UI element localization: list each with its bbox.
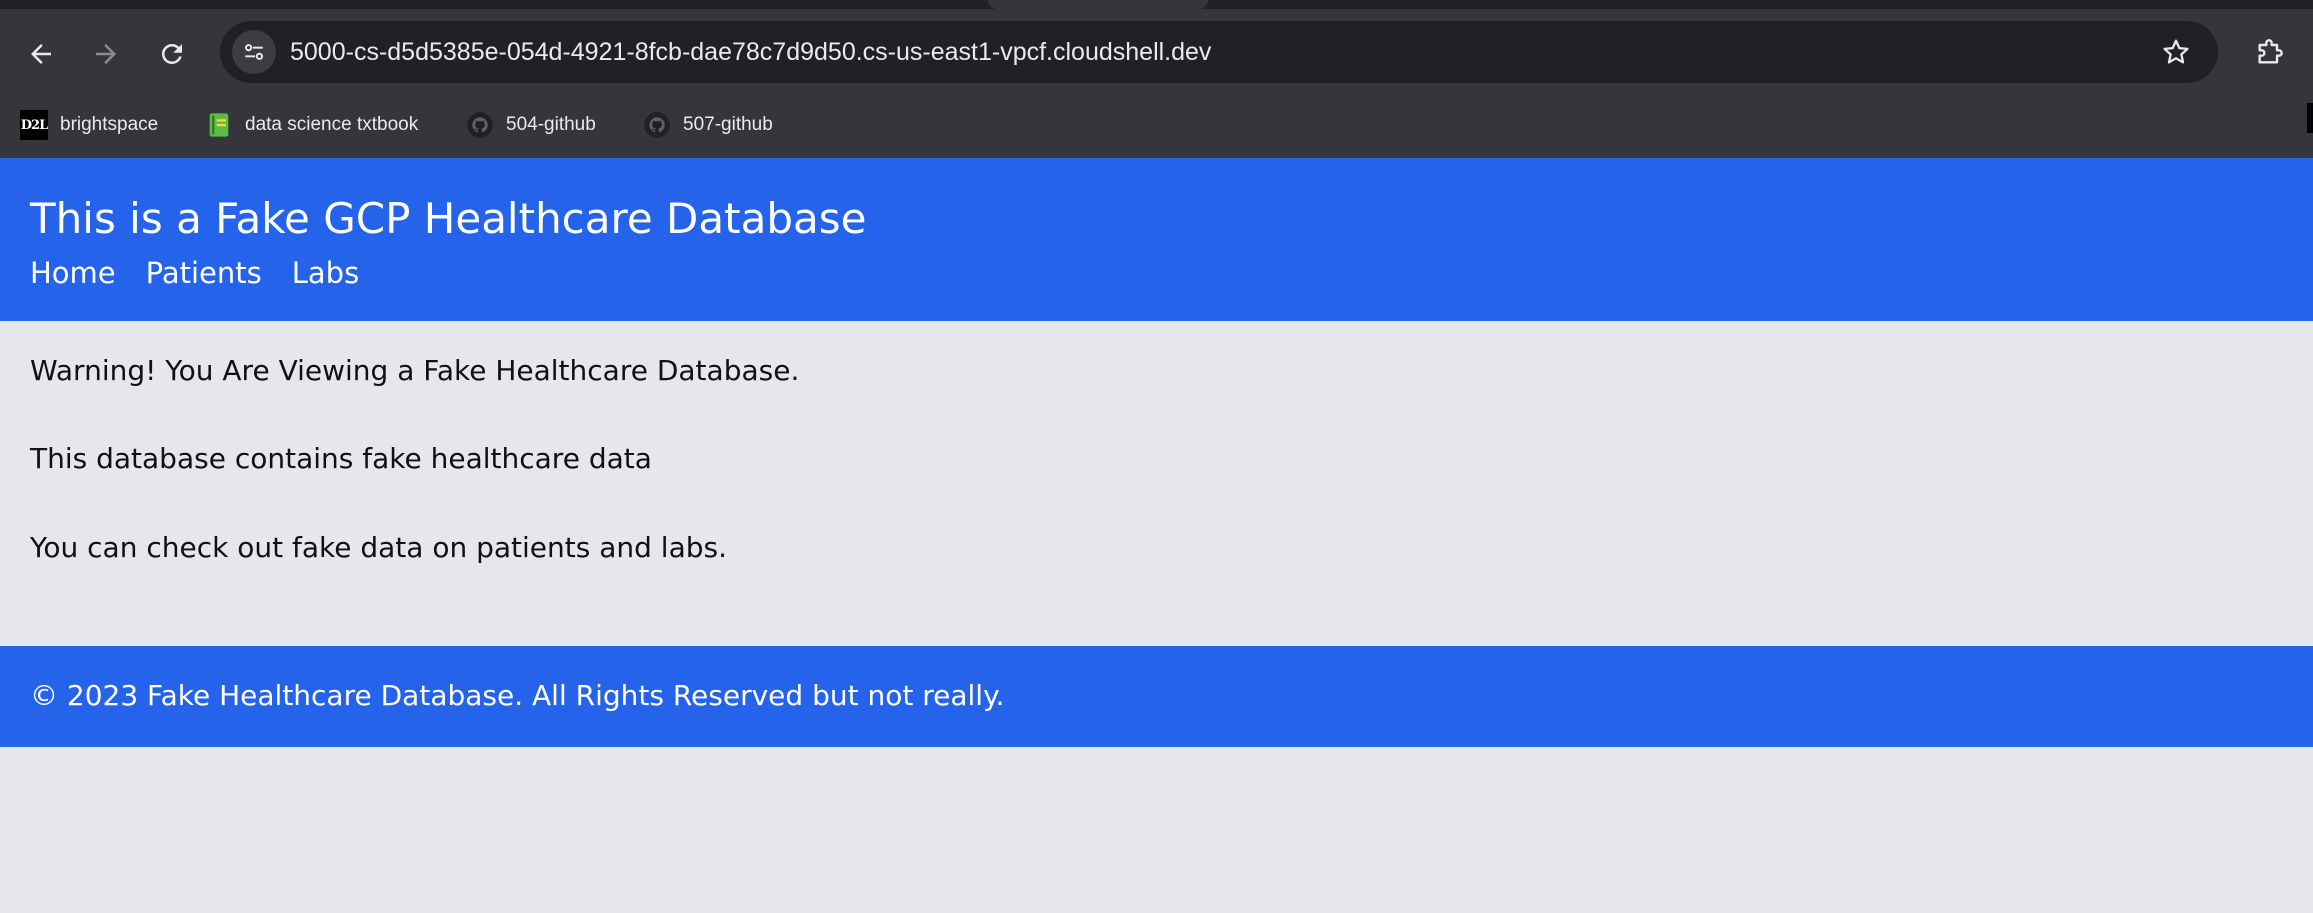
bookmark-504-github[interactable]: 504-github xyxy=(466,107,596,143)
reload-button[interactable] xyxy=(152,34,192,74)
browser-toolbar: 5000-cs-d5d5385e-054d-4921-8fcb-dae78c7d… xyxy=(0,9,2313,95)
bookmark-507-github[interactable]: 507-github xyxy=(643,107,773,143)
site-header: This is a Fake GCP Healthcare Database H… xyxy=(0,158,2313,321)
active-tab-edge[interactable] xyxy=(988,0,1208,9)
github-icon xyxy=(466,111,494,139)
url-text[interactable]: 5000-cs-d5d5385e-054d-4921-8fcb-dae78c7d… xyxy=(290,21,1211,83)
nav-link-patients[interactable]: Patients xyxy=(146,256,262,290)
forward-button[interactable] xyxy=(86,34,126,74)
bookmark-label: 507-github xyxy=(683,114,773,135)
bookmark-label: 504-github xyxy=(506,114,596,135)
back-button[interactable] xyxy=(21,34,61,74)
github-icon xyxy=(643,111,671,139)
star-icon[interactable] xyxy=(2160,36,2192,68)
bookmark-brightspace[interactable]: D2L brightspace xyxy=(20,107,158,143)
warning-text: Warning! You Are Viewing a Fake Healthca… xyxy=(30,354,800,387)
arrow-left-icon xyxy=(31,44,51,64)
nav-link-home[interactable]: Home xyxy=(30,256,116,290)
bookmark-label: brightspace xyxy=(60,114,159,135)
site-nav: Home Patients Labs xyxy=(30,256,359,290)
site-info-button[interactable] xyxy=(232,30,276,74)
nav-link-labs[interactable]: Labs xyxy=(292,256,359,290)
bookmarks-overflow-edge xyxy=(2307,103,2313,133)
page-title: This is a Fake GCP Healthcare Database xyxy=(30,194,867,243)
footer-text: © 2023 Fake Healthcare Database. All Rig… xyxy=(30,679,1005,712)
bookmark-label: data science txtbook xyxy=(245,114,419,135)
web-page: This is a Fake GCP Healthcare Database H… xyxy=(0,158,2313,913)
browser-chrome: 5000-cs-d5d5385e-054d-4921-8fcb-dae78c7d… xyxy=(0,0,2313,158)
description-text: This database contains fake healthcare d… xyxy=(30,442,652,475)
bookmark-data-science-txtbook[interactable]: data science txtbook xyxy=(205,107,418,143)
reload-icon xyxy=(161,43,182,64)
arrow-right-icon xyxy=(96,44,116,64)
bookmarks-bar: D2L brightspace data science txtbook 504… xyxy=(0,95,2313,158)
address-bar[interactable]: 5000-cs-d5d5385e-054d-4921-8fcb-dae78c7d… xyxy=(220,21,2218,83)
puzzle-icon xyxy=(2258,39,2283,64)
info-text: You can check out fake data on patients … xyxy=(30,531,728,564)
tune-icon xyxy=(245,44,263,60)
site-footer: © 2023 Fake Healthcare Database. All Rig… xyxy=(0,646,2313,747)
extensions-button[interactable] xyxy=(2249,33,2289,73)
d2l-icon: D2L xyxy=(20,110,48,140)
book-icon xyxy=(205,111,233,139)
